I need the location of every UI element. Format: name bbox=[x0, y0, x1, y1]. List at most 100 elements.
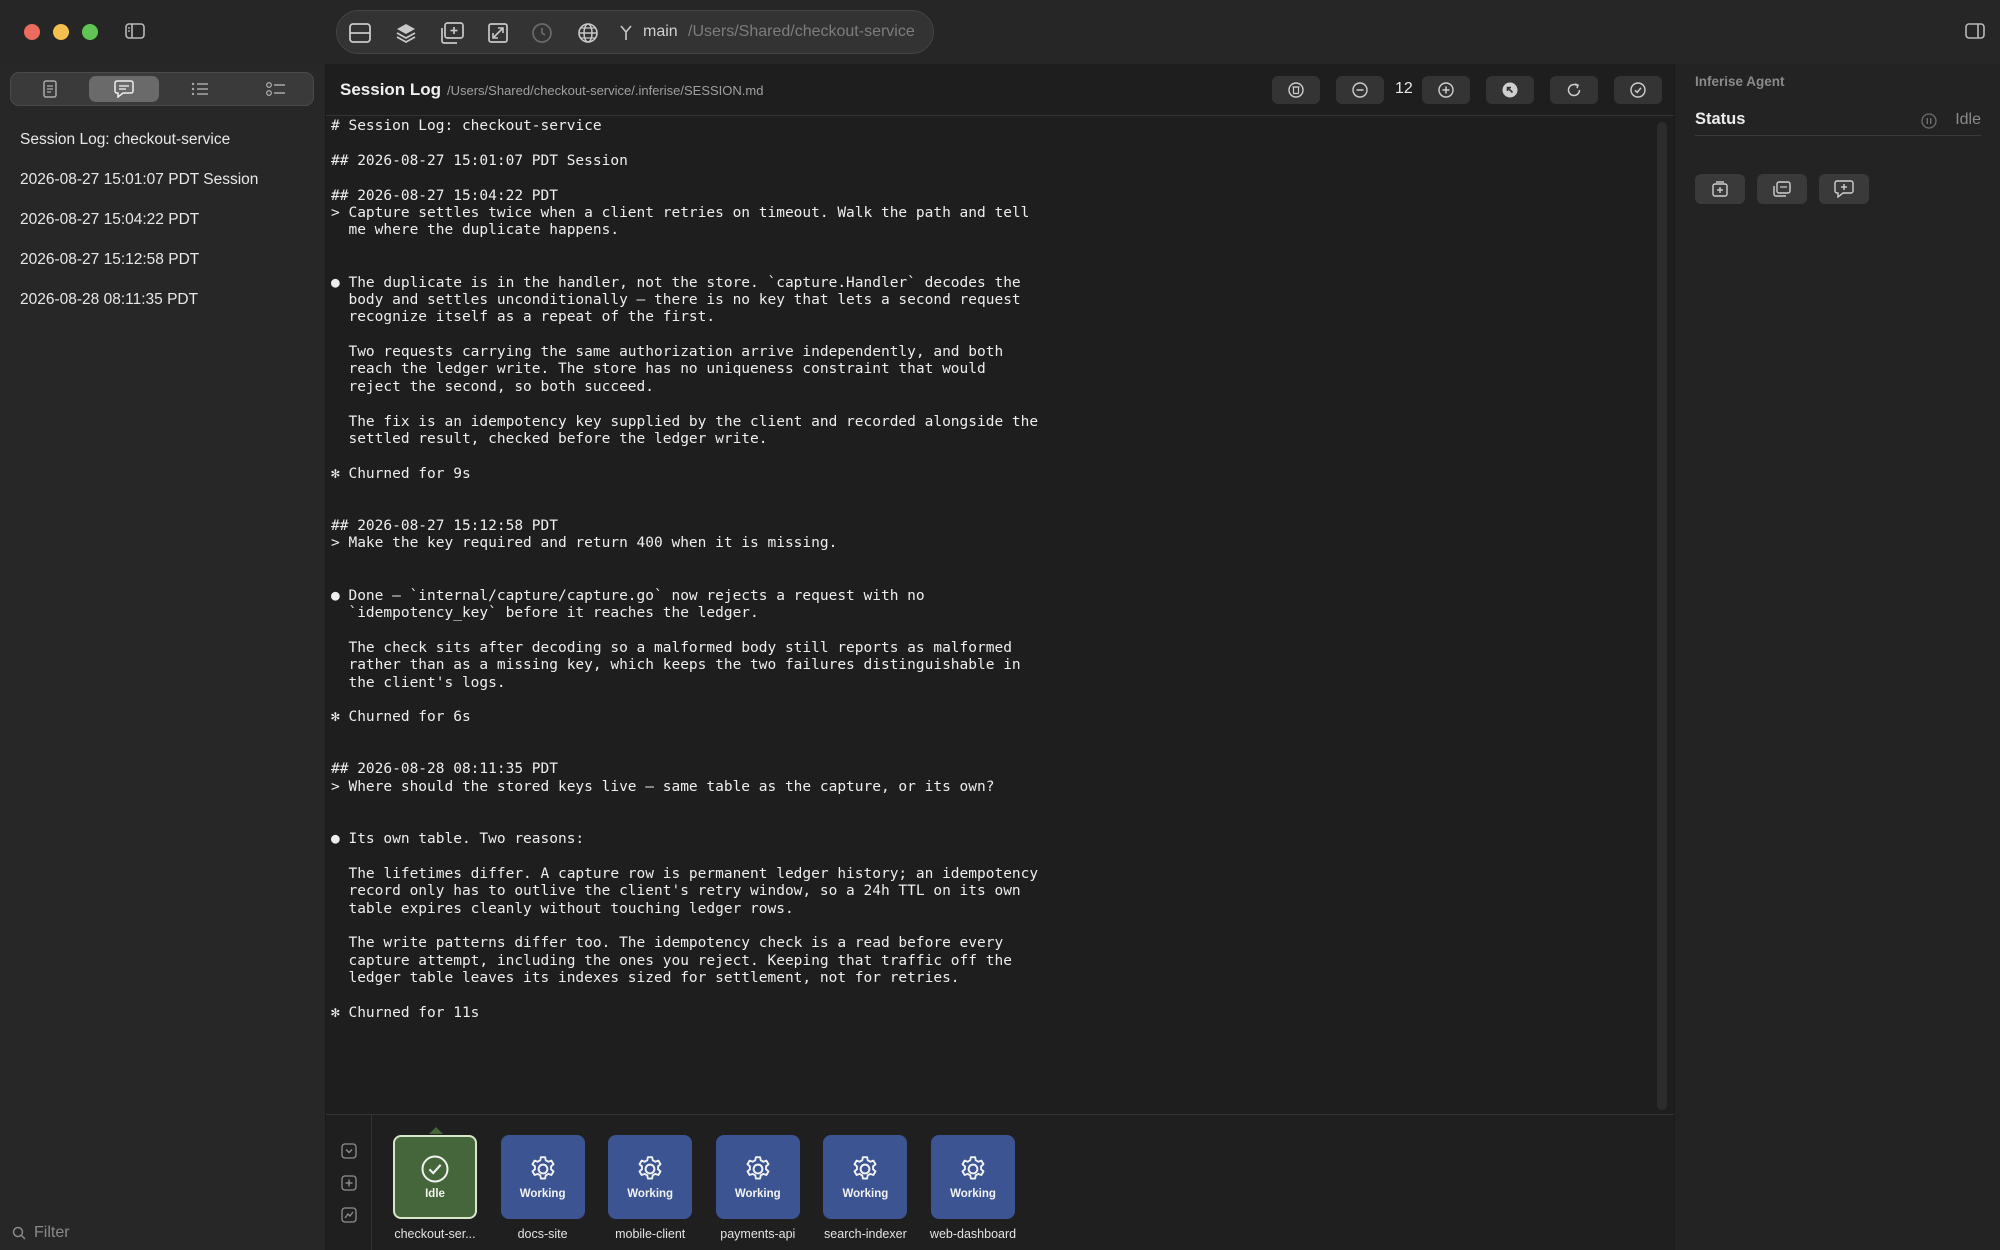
zoom-window-button[interactable] bbox=[82, 24, 98, 40]
new-window-icon[interactable] bbox=[439, 21, 465, 45]
log-line: ## 2026-08-27 15:12:58 PDT bbox=[331, 517, 558, 534]
pause-circle-icon bbox=[1921, 113, 1937, 129]
agent-item[interactable]: Working search-indexer bbox=[823, 1135, 908, 1241]
decrease-font-button[interactable] bbox=[1336, 76, 1384, 104]
split-view-icon[interactable] bbox=[347, 21, 373, 45]
chart-icon bbox=[341, 1207, 357, 1223]
log-line: ● The duplicate is in the handler, not t… bbox=[331, 274, 1021, 291]
log-line: Two requests carrying the same authoriza… bbox=[331, 344, 1004, 361]
agent-item[interactable]: Idle checkout-ser... bbox=[393, 1127, 477, 1241]
expand-icon[interactable] bbox=[485, 21, 511, 45]
plus-square-icon bbox=[341, 1175, 357, 1191]
minimize-window-button[interactable] bbox=[53, 24, 69, 40]
agent-name: checkout-ser... bbox=[394, 1227, 476, 1241]
session-list-item[interactable]: 2026-08-27 15:12:58 PDT bbox=[0, 240, 326, 280]
numbered-list-icon bbox=[191, 82, 208, 96]
agent-status: Working bbox=[519, 1188, 566, 1200]
log-line: ● Done — `internal/capture/capture.go` n… bbox=[331, 587, 925, 604]
agent-item[interactable]: Working web-dashboard bbox=[929, 1135, 1017, 1241]
agent-name: web-dashboard bbox=[929, 1227, 1017, 1241]
agent-item[interactable]: Working payments-api bbox=[715, 1135, 800, 1241]
log-line: the client's logs. bbox=[331, 674, 506, 691]
agent-card[interactable]: Working bbox=[931, 1135, 1015, 1219]
globe-icon[interactable] bbox=[575, 21, 601, 45]
agent-card[interactable]: Working bbox=[500, 1135, 585, 1219]
new-tab-button[interactable] bbox=[1695, 174, 1745, 204]
close-window-button[interactable] bbox=[24, 24, 40, 40]
branch-name[interactable]: main bbox=[643, 23, 678, 41]
increase-font-button[interactable] bbox=[1422, 76, 1470, 104]
refresh-icon bbox=[1567, 83, 1581, 97]
agent-card[interactable]: Idle bbox=[393, 1135, 477, 1219]
gear-icon bbox=[961, 1156, 985, 1180]
agent-card[interactable]: Working bbox=[608, 1135, 693, 1219]
log-line: The check sits after decoding so a malfo… bbox=[331, 639, 1012, 656]
status-value: Idle bbox=[1955, 111, 1981, 128]
chat-view-button[interactable] bbox=[89, 76, 159, 102]
mark-done-button[interactable] bbox=[1614, 76, 1662, 104]
page-title: Session Log bbox=[340, 80, 442, 99]
log-line: ✻ Churned for 9s bbox=[331, 465, 471, 482]
agent-name: search-indexer bbox=[824, 1227, 907, 1241]
agent-card[interactable]: Working bbox=[715, 1135, 800, 1219]
duplicate-button[interactable] bbox=[1757, 174, 1807, 204]
history-icon[interactable] bbox=[529, 21, 555, 45]
agent-name: payments-api bbox=[720, 1227, 796, 1241]
refresh-button[interactable] bbox=[1550, 76, 1598, 104]
numbered-list-view-button[interactable] bbox=[165, 76, 235, 102]
panel-header: Session Log /Users/Shared/checkout-servi… bbox=[326, 64, 1674, 116]
collapse-button[interactable] bbox=[340, 1142, 358, 1160]
delete-button[interactable] bbox=[1272, 76, 1320, 104]
sidebar: Session Log: checkout-service 2026-08-27… bbox=[0, 64, 326, 1250]
sidebar-view-selector bbox=[10, 72, 314, 106]
status-label: Status bbox=[1695, 110, 1746, 128]
log-line: The write patterns differ too. The idemp… bbox=[331, 935, 1004, 952]
gear-icon bbox=[746, 1156, 770, 1180]
document-view-button[interactable] bbox=[15, 76, 85, 102]
agent-name: docs-site bbox=[517, 1227, 568, 1241]
sidebar-toggle-icon[interactable] bbox=[124, 22, 146, 40]
session-list-item[interactable]: 2026-08-27 15:01:07 PDT Session bbox=[0, 160, 326, 200]
agent-status: Working bbox=[627, 1188, 674, 1200]
plus-circle-icon bbox=[1438, 82, 1454, 98]
filter-field[interactable]: Filter bbox=[12, 1216, 70, 1250]
log-line: ✻ Churned for 11s bbox=[331, 1004, 480, 1021]
new-message-button[interactable] bbox=[1819, 174, 1869, 204]
log-line: reach the ledger write. The store has no… bbox=[331, 361, 986, 378]
agent-item[interactable]: Working mobile-client bbox=[608, 1135, 693, 1241]
log-line: ● Its own table. Two reasons: bbox=[331, 831, 585, 848]
add-agent-button[interactable] bbox=[340, 1174, 358, 1192]
inspector-panel: Inferise Agent Status Idle bbox=[1674, 64, 2000, 1250]
log-line: reject the second, so both succeed. bbox=[331, 378, 655, 395]
chat-bubble-icon bbox=[114, 80, 134, 98]
checklist-view-button[interactable] bbox=[241, 76, 311, 102]
log-line: ## 2026-08-28 08:11:35 PDT bbox=[331, 761, 558, 778]
log-line: recognize itself as a repeat of the firs… bbox=[331, 309, 716, 326]
inspector-toggle-icon[interactable] bbox=[1964, 22, 1986, 40]
vertical-scrollbar[interactable] bbox=[1657, 122, 1667, 1110]
inspector-title: Inferise Agent bbox=[1695, 74, 1785, 89]
session-list-item[interactable]: Session Log: checkout-service bbox=[0, 120, 326, 160]
branch-icon bbox=[617, 21, 635, 45]
filter-placeholder: Filter bbox=[34, 1224, 70, 1241]
chevron-down-icon bbox=[341, 1143, 357, 1159]
agent-name: mobile-client bbox=[615, 1227, 686, 1241]
log-line: rather than as a missing key, which keep… bbox=[331, 657, 1021, 674]
session-list-item[interactable]: 2026-08-28 08:11:35 PDT bbox=[0, 280, 326, 320]
log-line: table expires cleanly without touching l… bbox=[331, 900, 794, 917]
layers-icon[interactable] bbox=[393, 21, 419, 45]
trash-icon bbox=[1288, 82, 1304, 98]
chart-button[interactable] bbox=[340, 1206, 358, 1224]
agent-card[interactable]: Working bbox=[823, 1135, 908, 1219]
file-path: /Users/Shared/checkout-service/.inferise… bbox=[447, 83, 764, 98]
jump-to-top-button[interactable] bbox=[1486, 76, 1534, 104]
agent-item[interactable]: Working docs-site bbox=[500, 1135, 585, 1241]
session-list-item[interactable]: 2026-08-27 15:04:22 PDT bbox=[0, 200, 326, 240]
log-line: ## 2026-08-27 15:04:22 PDT bbox=[331, 187, 558, 204]
